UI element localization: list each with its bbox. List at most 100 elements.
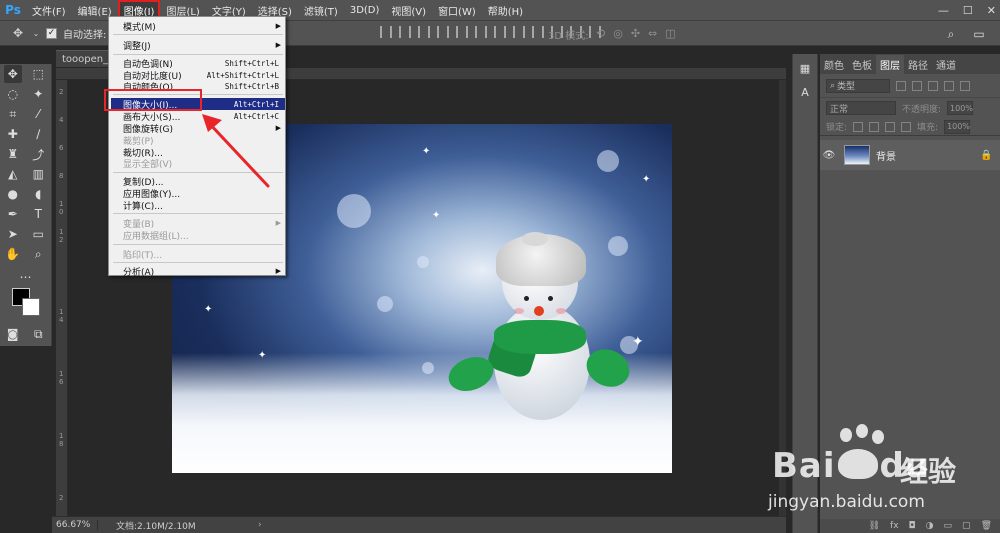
paw-icon [856,424,868,438]
brush-tool-icon[interactable]: ∕ [29,125,47,143]
crop-tool-icon[interactable]: ⌗ [4,105,22,123]
lock-paint-icon[interactable] [869,121,880,132]
menu-window[interactable]: 窗口(W) [432,0,482,20]
move-tool-icon[interactable]: ✥ [10,25,26,41]
history-panel-icon[interactable]: ▦ [795,58,815,78]
search-icon[interactable]: ⌕ [942,25,960,43]
align-right-icon[interactable] [475,26,487,38]
clone-stamp-icon[interactable]: ♜ [4,145,22,163]
auto-select-label: 自动选择: [63,29,107,41]
roll-3d-icon[interactable]: ◎ [613,27,623,40]
chevron-down-icon[interactable]: ⌄ [32,25,40,41]
tab-layers[interactable]: 图层 [876,55,904,74]
distribute-vcenter-icon[interactable] [513,26,525,38]
snowman-scarf [494,320,586,354]
history-brush-icon[interactable]: ⤴ [29,145,47,163]
align-vcenter-icon[interactable] [399,26,411,38]
workspace-icon[interactable]: ▭ [970,25,988,43]
quick-mask-icon[interactable]: ◙ [4,325,22,343]
layer-filter-select[interactable]: ⌕ 类型 [826,78,890,93]
distribute-top-icon[interactable] [494,26,506,38]
layer-row[interactable]: 👁 背景 🔒 [820,140,1000,170]
chevron-right-icon[interactable]: › [258,520,262,530]
close-button[interactable]: ✕ [987,4,996,17]
blur-tool-icon[interactable]: ● [4,185,22,203]
menu-file[interactable]: 文件(F) [26,0,72,20]
gradient-tool-icon[interactable]: ▥ [29,165,47,183]
new-layer-icon[interactable]: ▢ [962,521,971,531]
filter-shape-icon[interactable] [944,80,954,91]
magic-wand-icon[interactable]: ✦ [29,85,47,103]
auto-select-checkbox[interactable]: ✓ [46,27,57,39]
menu-item-calculations[interactable]: 计算(C)... [111,199,285,212]
hand-tool-icon[interactable]: ✋ [4,245,22,263]
tab-paths[interactable]: 路径 [904,55,932,74]
eyedropper-icon[interactable]: ⁄ [29,105,47,123]
layer-mask-icon[interactable]: ◘ [909,521,916,531]
background-color[interactable] [22,298,40,316]
distribute-bottom-icon[interactable] [532,26,544,38]
color-swatches [0,284,51,324]
pen-tool-icon[interactable]: ✒ [4,205,22,223]
dodge-tool-icon[interactable]: ◖ [29,185,47,203]
menu-item-auto-tone[interactable]: 自动色调(N) Shift+Ctrl+L [111,57,285,70]
lock-move-icon[interactable] [885,121,896,132]
character-panel-icon[interactable]: A [795,82,815,102]
eye-icon[interactable]: 👁 [820,150,838,161]
bokeh [608,236,628,256]
eraser-icon[interactable]: ◭ [4,165,22,183]
minimize-button[interactable]: — [938,4,949,17]
orbit-3d-icon[interactable]: ⟲ [596,27,605,40]
delete-layer-icon[interactable]: 🗑 [981,521,992,531]
sparkle: ✦ [422,146,431,157]
filter-pixel-icon[interactable] [896,80,906,91]
slide-3d-icon[interactable]: ⇔ [648,27,657,40]
lock-transparent-icon[interactable] [853,121,864,132]
opacity-input[interactable]: 100% [947,101,974,115]
drag-3d-icon[interactable]: ✣ [631,27,640,40]
more-tools-icon[interactable]: … [17,265,35,283]
filter-adjust-icon[interactable] [912,80,922,91]
camera-3d-icon[interactable]: ◫ [665,27,675,40]
align-hcenter-icon[interactable] [456,26,468,38]
filter-type-icon[interactable] [928,80,938,91]
menu-item-mode[interactable]: 模式(M) ▶ [111,20,285,33]
rectangle-tool-icon[interactable]: ▭ [29,225,47,243]
healing-brush-icon[interactable]: ✚ [4,125,22,143]
new-group-icon[interactable]: ▭ [944,521,953,531]
ps-logo: Ps [5,3,21,17]
lock-all-icon[interactable] [901,121,912,132]
snowman-eye [548,296,553,301]
align-left-icon[interactable] [437,26,449,38]
menu-3d[interactable]: 3D(D) [344,0,386,20]
filter-smart-icon[interactable] [960,80,970,91]
lasso-tool-icon[interactable]: ◌ [4,85,22,103]
lock-label: 锁定: [826,123,848,133]
path-select-icon[interactable]: ➤ [4,225,22,243]
tab-color[interactable]: 颜色 [820,55,848,74]
zoom-level[interactable]: 66.67% [52,520,98,530]
zoom-tool-icon[interactable]: ⌕ [29,245,47,263]
move-tool-icon[interactable]: ✥ [3,65,22,83]
menu-item-analysis[interactable]: 分析(A) ▶ [111,265,285,278]
tab-channels[interactable]: 通道 [932,55,960,74]
screen-mode-icon[interactable]: ⧉ [29,325,47,343]
menu-filter[interactable]: 滤镜(T) [298,0,344,20]
align-bottom-icon[interactable] [418,26,430,38]
menu-item-label: 分析(A) [123,267,155,278]
marquee-tool-icon[interactable]: ⬚ [29,65,47,83]
link-layers-icon[interactable]: ⛓ [869,521,880,531]
type-tool-icon[interactable]: T [29,205,47,223]
menu-help[interactable]: 帮助(H) [482,0,529,20]
adjustment-layer-icon[interactable]: ◑ [926,521,934,531]
fill-input[interactable]: 100% [944,119,971,134]
layer-style-icon[interactable]: fx [890,521,899,531]
blend-mode-select[interactable]: 正常 [826,101,896,115]
lock-icon: 🔒 [980,149,993,161]
ruler-num: 8 [59,440,64,448]
align-top-icon[interactable] [380,26,392,38]
menu-view[interactable]: 视图(V) [385,0,432,20]
maximize-button[interactable]: ☐ [963,4,973,17]
menu-item-adjust[interactable]: 调整(J) ▶ [111,39,285,52]
tab-swatches[interactable]: 色板 [848,55,876,74]
